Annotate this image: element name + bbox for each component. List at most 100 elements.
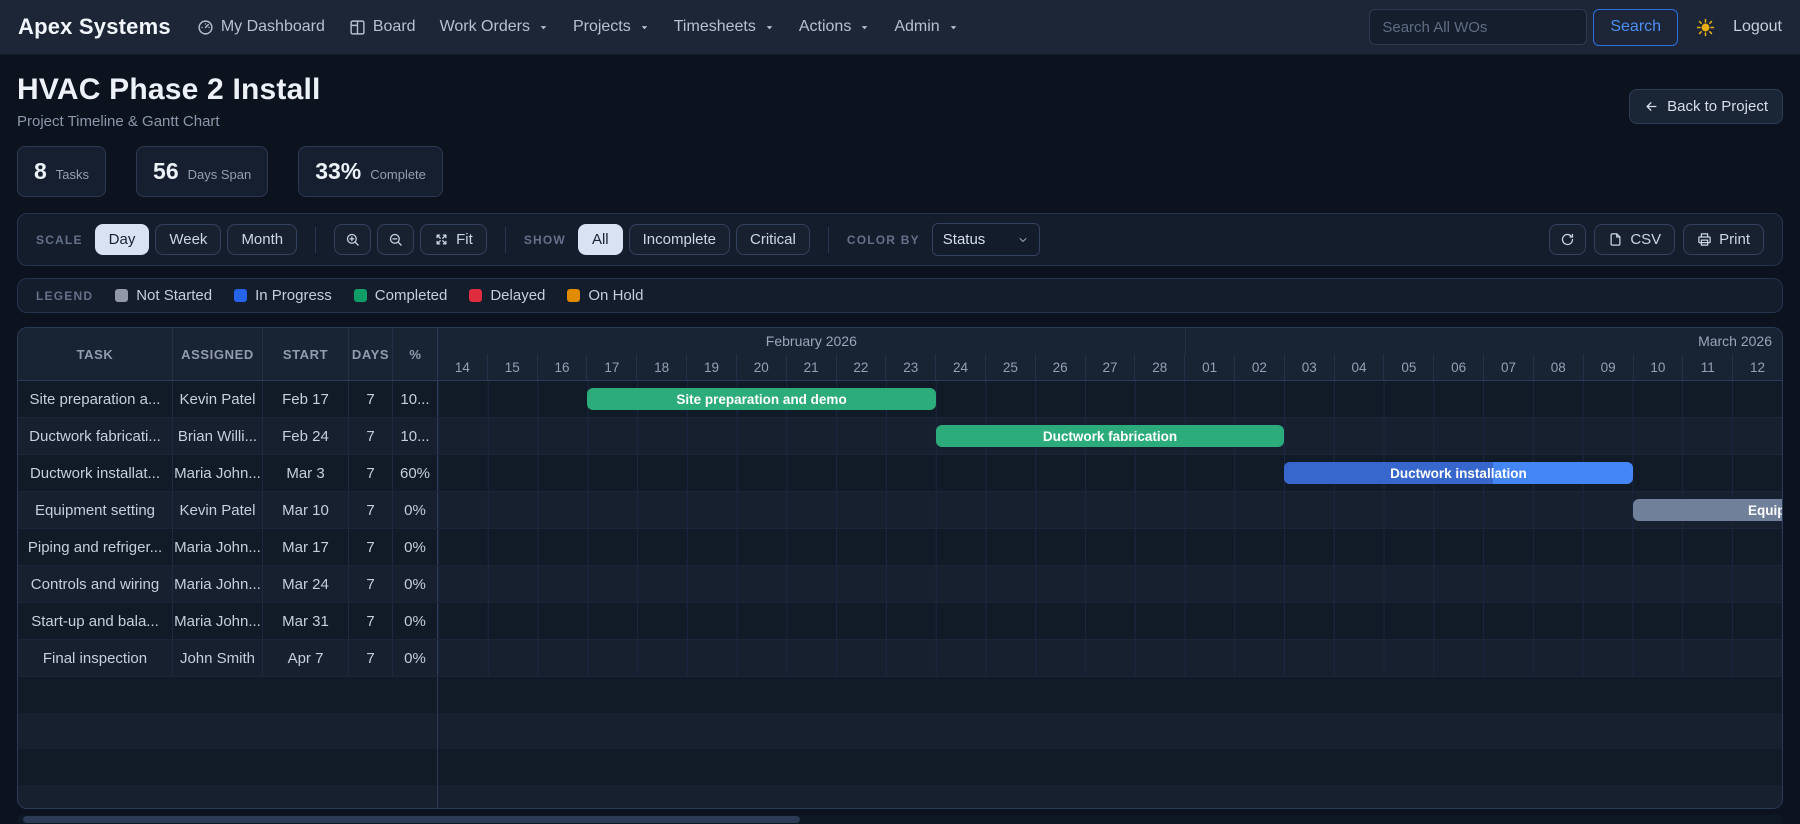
- stat-value: 8: [34, 158, 47, 184]
- search-input[interactable]: [1369, 9, 1588, 45]
- task-name-cell: Site preparation a...: [18, 381, 173, 417]
- gantt-bar-site-preparation-a[interactable]: Site preparation and demo: [587, 388, 936, 410]
- column-header-task: TASK: [18, 328, 173, 380]
- color-by-select[interactable]: Status: [931, 223, 1040, 256]
- back-to-project-button[interactable]: Back to Project: [1629, 89, 1783, 124]
- zoom-out-icon: [388, 232, 403, 247]
- day-header-cell: 14: [454, 359, 470, 375]
- caret-down-icon: [858, 22, 870, 33]
- nav-item-my-dashboard[interactable]: My Dashboard: [197, 18, 325, 36]
- fit-button[interactable]: Fit: [420, 224, 487, 255]
- nav-menu: My Dashboard Board Work Orders Projects Time…: [197, 18, 959, 36]
- page-header: HVAC Phase 2 Install Project Timeline & …: [0, 55, 1800, 130]
- scale-button-week[interactable]: Week: [155, 224, 222, 255]
- days-cell: 7: [349, 603, 393, 639]
- legend-item-label: Completed: [374, 287, 448, 304]
- gantt-row: Start-up and bala... Maria John... Mar 31 7…: [18, 603, 1782, 640]
- color-by-value: Status: [942, 231, 986, 248]
- scale-label: SCALE: [36, 232, 83, 247]
- legend-item-label: On Hold: [588, 287, 644, 304]
- start-cell: Mar 3: [263, 455, 349, 491]
- gantt-row: Site preparation a... Kevin Patel Feb 17 7 1…: [18, 381, 1782, 418]
- print-button[interactable]: Print: [1683, 224, 1764, 255]
- gantt-bar-ductwork-fabricati[interactable]: Ductwork fabrication: [935, 425, 1285, 447]
- caret-down-icon: [763, 22, 775, 33]
- nav-item-label: Work Orders: [439, 18, 530, 35]
- task-name-cell: Ductwork installat...: [18, 455, 173, 491]
- day-header-cell: 11: [1682, 354, 1732, 380]
- refresh-button[interactable]: [1549, 224, 1587, 255]
- show-button-all[interactable]: All: [577, 224, 623, 255]
- sun-icon[interactable]: [1696, 18, 1715, 37]
- gantt-empty-row: [18, 785, 1782, 808]
- gantt-empty-row: [18, 713, 1782, 749]
- assigned-cell: Maria John...: [173, 566, 263, 602]
- scale-button-group: Day Week Month: [94, 224, 298, 255]
- gantt-bar-label: Site preparation and demo: [676, 391, 847, 407]
- zoom-in-button[interactable]: [334, 224, 372, 255]
- caret-down-icon: [638, 22, 650, 33]
- gantt-bar-ductwork-installat[interactable]: Ductwork installation: [1284, 462, 1633, 484]
- day-header-cell: 24: [935, 354, 985, 380]
- percent-cell: 0%: [393, 603, 438, 639]
- navbar: Apex Systems My Dashboard Board Work Order…: [0, 0, 1800, 55]
- nav-item-timesheets[interactable]: Timesheets: [674, 18, 775, 36]
- column-header-: %: [409, 346, 422, 362]
- legend-swatch: [115, 289, 129, 302]
- empty-chart-area: [437, 749, 1782, 785]
- percent-cell: 10...: [393, 418, 438, 454]
- month-label-february: February 2026: [438, 328, 1186, 354]
- timeline-header: February 2026 March 2026 14 15 16 17 18 19 20 21 2…: [437, 328, 1782, 380]
- show-button-critical[interactable]: Critical: [736, 224, 810, 255]
- days-cell: 7: [349, 455, 393, 491]
- legend-swatch: [353, 289, 367, 302]
- status-legend: LEGEND Not Started In Progress Completed De…: [17, 278, 1783, 313]
- gantt-empty-row: [18, 749, 1782, 785]
- day-header-cell: 12: [1732, 354, 1782, 380]
- day-header-cell: 10: [1632, 354, 1683, 380]
- start-cell: Mar 10: [263, 492, 349, 528]
- nav-item-label: Admin: [894, 18, 940, 35]
- csv-export-button[interactable]: CSV: [1594, 224, 1676, 255]
- scrollbar-thumb[interactable]: [23, 816, 801, 823]
- stats-row: 8 Tasks 56 Days Span 33% Complete: [0, 130, 1800, 197]
- show-button-incomplete[interactable]: Incomplete: [628, 224, 730, 255]
- day-header-cell: 21: [785, 354, 836, 380]
- page-title: HVAC Phase 2 Install: [17, 73, 321, 106]
- zoom-out-button[interactable]: [377, 224, 415, 255]
- assigned-cell: Maria John...: [173, 455, 263, 491]
- scale-button-month[interactable]: Month: [227, 224, 298, 255]
- percent-cell: 10...: [393, 381, 438, 417]
- nav-item-board[interactable]: Board: [349, 18, 416, 36]
- gantt-bar-equipment-setting[interactable]: Equipment setting: [1632, 499, 1782, 521]
- back-arrow-icon: [1644, 99, 1659, 114]
- gantt-row-chart: [437, 566, 1782, 602]
- scale-button-day[interactable]: Day: [94, 224, 150, 255]
- gantt-chart: TASK ASSIGNED START DAYS% February 2026 March…: [17, 327, 1783, 809]
- day-header-cell: 26: [1034, 354, 1085, 380]
- stat-value: 33%: [315, 158, 362, 184]
- nav-item-work-orders[interactable]: Work Orders: [440, 18, 549, 36]
- gantt-header: TASK ASSIGNED START DAYS% February 2026 March…: [18, 328, 1782, 381]
- timeline-day-row: 14 15 16 17 18 19 20 21 22 23 24 25 26 27 28 01 02 03 04 05…: [438, 354, 1782, 380]
- nav-item-projects[interactable]: Projects: [573, 18, 650, 36]
- start-cell: Mar 24: [263, 566, 349, 602]
- days-cell: 7: [349, 381, 393, 417]
- assigned-cell: Maria John...: [173, 603, 263, 639]
- horizontal-scrollbar: [17, 815, 1783, 824]
- nav-item-admin[interactable]: Admin: [894, 18, 958, 36]
- gantt-bar-label: Ductwork fabrication: [1042, 428, 1178, 444]
- logout-link[interactable]: Logout: [1733, 18, 1782, 36]
- column-header-start: START: [263, 328, 349, 380]
- stat-card-complete: 33% Complete: [298, 146, 443, 197]
- task-name-cell: Final inspection: [18, 640, 173, 676]
- search-button[interactable]: Search: [1593, 8, 1679, 46]
- legend-swatch: [234, 289, 248, 302]
- nav-item-actions[interactable]: Actions: [799, 18, 870, 36]
- legend-items: Not Started In Progress Completed Delayed On…: [115, 287, 643, 304]
- task-name-cell: Controls and wiring: [18, 566, 173, 602]
- day-header-cell: 06: [1433, 354, 1483, 380]
- legend-item-label: Not Started: [136, 287, 213, 304]
- gantt-row-chart: Ductwork installation: [437, 455, 1782, 491]
- gantt-row: Controls and wiring Maria John... Mar 24 7 0…: [18, 566, 1782, 603]
